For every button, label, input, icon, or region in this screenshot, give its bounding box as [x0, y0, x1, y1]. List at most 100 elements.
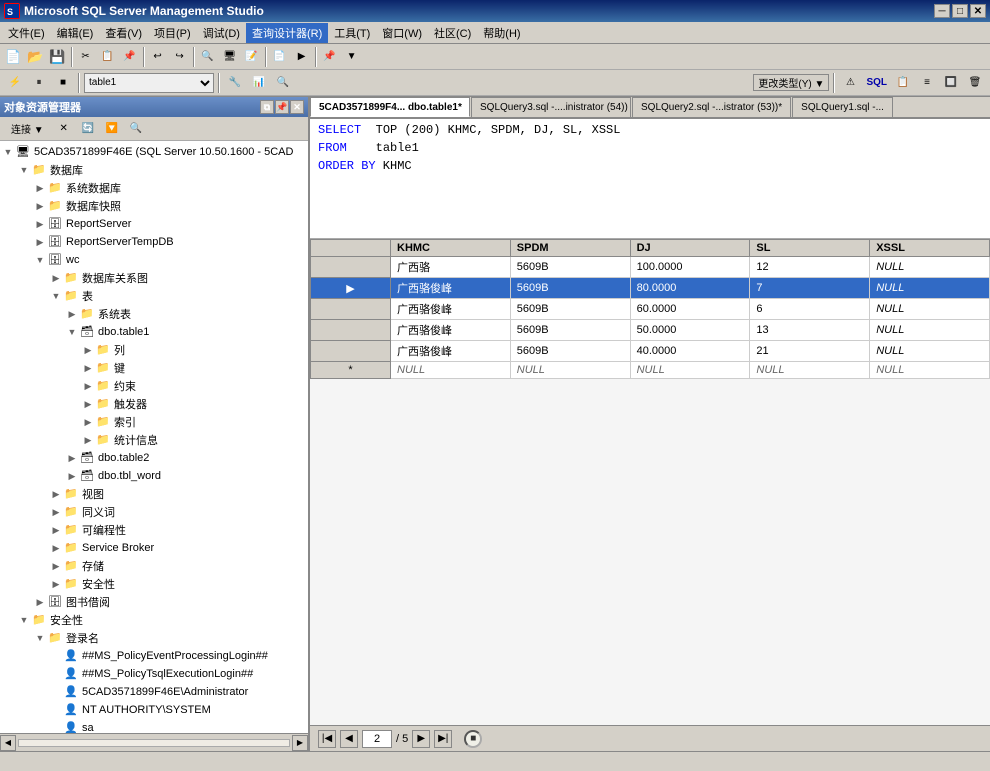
tree-node-login2[interactable]: 👤 ##MS_PolicyTsqlExecutionLogin## — [0, 665, 308, 683]
menu-query-designer[interactable]: 查询设计器(R) — [246, 23, 328, 43]
tb2-btn9[interactable]: 📋 — [892, 72, 914, 94]
expand-reportservertempdb[interactable]: ▶ — [32, 237, 48, 248]
tree-node-columns[interactable]: ▶ 📁 列 — [0, 341, 308, 359]
tree-node-tables[interactable]: ▼ 📁 表 — [0, 287, 308, 305]
tree-node-statistics[interactable]: ▶ 📁 统计信息 — [0, 431, 308, 449]
expand-security[interactable]: ▼ — [16, 615, 32, 625]
maximize-button[interactable]: □ — [952, 4, 968, 18]
template-button[interactable]: 📝 — [241, 46, 263, 68]
object-explorer-button[interactable]: 🔍 — [197, 46, 219, 68]
expand-systemdb[interactable]: ▶ — [32, 183, 48, 194]
table-row[interactable]: ▶ 广西骆俊峰 5609B 80.0000 7 NULL — [311, 278, 990, 299]
tree-node-indexes[interactable]: ▶ 📁 索引 — [0, 413, 308, 431]
menu-view[interactable]: 查看(V) — [99, 23, 148, 43]
expand-dbo-tbl-word[interactable]: ▶ — [64, 471, 80, 482]
sql-editor[interactable]: SELECT TOP (200) KHMC, SPDM, DJ, SL, XSS… — [310, 119, 990, 239]
open-button[interactable]: 📂 — [24, 46, 46, 68]
tree-node-triggers[interactable]: ▶ 📁 触发器 — [0, 395, 308, 413]
expand-indexes[interactable]: ▶ — [80, 417, 96, 428]
paste-button[interactable]: 📌 — [119, 46, 141, 68]
oe-filter-button[interactable]: 🔽 — [101, 118, 123, 140]
menu-project[interactable]: 项目(P) — [148, 23, 197, 43]
menu-help[interactable]: 帮助(H) — [477, 23, 526, 43]
pin-button[interactable]: 📌 — [319, 46, 341, 68]
tree-node-synonyms[interactable]: ▶ 📁 同义词 — [0, 503, 308, 521]
last-page-button[interactable]: ▶| — [434, 730, 452, 748]
table-row[interactable]: 广西骆 5609B 100.0000 12 NULL — [311, 257, 990, 278]
database-selector[interactable]: table1 — [84, 73, 214, 93]
menu-tools[interactable]: 工具(T) — [328, 23, 376, 43]
oe-float-button[interactable]: ⧉ — [260, 100, 274, 114]
change-type-button[interactable]: 更改类型(Y) ▼ — [753, 74, 829, 91]
first-page-button[interactable]: |◀ — [318, 730, 336, 748]
tree-node-keys[interactable]: ▶ 📁 键 — [0, 359, 308, 377]
tree-node-dbo-table2[interactable]: ▶ 🗃 dbo.table2 — [0, 449, 308, 467]
hscroll-left[interactable]: ◀ — [0, 735, 16, 751]
tree-node-systemtables[interactable]: ▶ 📁 系统表 — [0, 305, 308, 323]
expand-wc[interactable]: ▼ — [32, 255, 48, 265]
next-page-button[interactable]: ▶ — [412, 730, 430, 748]
tree-node-databases[interactable]: ▼ 📁 数据库 — [0, 161, 308, 179]
menu-community[interactable]: 社区(C) — [428, 23, 477, 43]
expand-snapshots[interactable]: ▶ — [32, 201, 48, 212]
expand-storage[interactable]: ▶ — [48, 561, 64, 572]
tb2-btn11[interactable]: 🔲 — [940, 72, 962, 94]
tree-node-snapshots[interactable]: ▶ 📁 数据库快照 — [0, 197, 308, 215]
expand-dbo-table1[interactable]: ▼ — [64, 327, 80, 337]
tree-node-login4[interactable]: 👤 NT AUTHORITY\SYSTEM — [0, 701, 308, 719]
sql-tab-4[interactable]: SQLQuery1.sql -... — [792, 97, 893, 117]
expand-server[interactable]: ▼ — [0, 147, 16, 157]
registered-servers-button[interactable]: 🖥 — [219, 46, 241, 68]
new-query2-button[interactable]: 📄 — [269, 46, 291, 68]
oe-close-button[interactable]: ✕ — [290, 100, 304, 114]
expand-views[interactable]: ▶ — [48, 489, 64, 500]
tree-node-constraints[interactable]: ▶ 📁 约束 — [0, 377, 308, 395]
expand-service-broker[interactable]: ▶ — [48, 543, 64, 554]
tb2-btn6[interactable]: 🔍 — [272, 72, 294, 94]
tree-node-dbo-table1[interactable]: ▼ 🗃 dbo.table1 — [0, 323, 308, 341]
stop-button[interactable]: ■ — [464, 730, 482, 748]
oe-pin-button[interactable]: 📌 — [275, 100, 289, 114]
tree-node-login3[interactable]: 👤 5CAD3571899F46E\Administrator — [0, 683, 308, 701]
cut-button[interactable]: ✂ — [75, 46, 97, 68]
tb2-btn5[interactable]: 📊 — [248, 72, 270, 94]
tree-node-security[interactable]: ▼ 📁 安全性 — [0, 611, 308, 629]
table-row[interactable]: 广西骆俊峰 5609B 40.0000 21 NULL — [311, 341, 990, 362]
table-row[interactable]: 广西骆俊峰 5609B 60.0000 6 NULL — [311, 299, 990, 320]
expand-programmability[interactable]: ▶ — [48, 525, 64, 536]
close-button[interactable]: ✕ — [970, 4, 986, 18]
menu-window[interactable]: 窗口(W) — [376, 23, 428, 43]
expand-dbdiagram[interactable]: ▶ — [48, 273, 64, 284]
expand-columns[interactable]: ▶ — [80, 345, 96, 356]
page-number-input[interactable] — [362, 730, 392, 748]
prev-page-button[interactable]: ◀ — [340, 730, 358, 748]
redo-button[interactable]: ↪ — [169, 46, 191, 68]
tree-node-programmability[interactable]: ▶ 📁 可编程性 — [0, 521, 308, 539]
sql-tab-3[interactable]: SQLQuery2.sql -...istrator (53))* — [632, 97, 791, 117]
expand-synonyms[interactable]: ▶ — [48, 507, 64, 518]
expand-systemtables[interactable]: ▶ — [64, 309, 80, 320]
tb2-btn12[interactable]: 🗑 — [964, 72, 986, 94]
expand-logins[interactable]: ▼ — [32, 633, 48, 643]
tree-node-login1[interactable]: 👤 ##MS_PolicyEventProcessingLogin## — [0, 647, 308, 665]
tree-node-wc[interactable]: ▼ 🗄 wc — [0, 251, 308, 269]
menu-edit[interactable]: 编辑(E) — [51, 23, 100, 43]
expand-dbo-table2[interactable]: ▶ — [64, 453, 80, 464]
tb2-btn1[interactable]: ⚡ — [4, 72, 26, 94]
save-button[interactable]: 💾 — [46, 46, 68, 68]
expand-statistics[interactable]: ▶ — [80, 435, 96, 446]
menu-debug[interactable]: 调试(D) — [197, 23, 246, 43]
table-row-empty[interactable]: * NULL NULL NULL NULL NULL — [311, 362, 990, 379]
expand-databases[interactable]: ▼ — [16, 165, 32, 175]
table-row[interactable]: 广西骆俊峰 5609B 50.0000 13 NULL — [311, 320, 990, 341]
tree-node-dbo-tbl-word[interactable]: ▶ 🗃 dbo.tbl_word — [0, 467, 308, 485]
tb2-btn8[interactable]: SQL — [863, 72, 890, 94]
expand-triggers[interactable]: ▶ — [80, 399, 96, 410]
expand-reportserver[interactable]: ▶ — [32, 219, 48, 230]
menu-file[interactable]: 文件(E) — [2, 23, 51, 43]
oe-connect-button[interactable]: 连接 ▼ — [4, 118, 51, 140]
tb2-btn7[interactable]: ⚠ — [839, 72, 861, 94]
sql-tab-1[interactable]: 5CAD3571899F4... dbo.table1* — [310, 97, 470, 117]
oe-disconnect-button[interactable]: ✕ — [53, 118, 75, 140]
tree-node-views[interactable]: ▶ 📁 视图 — [0, 485, 308, 503]
